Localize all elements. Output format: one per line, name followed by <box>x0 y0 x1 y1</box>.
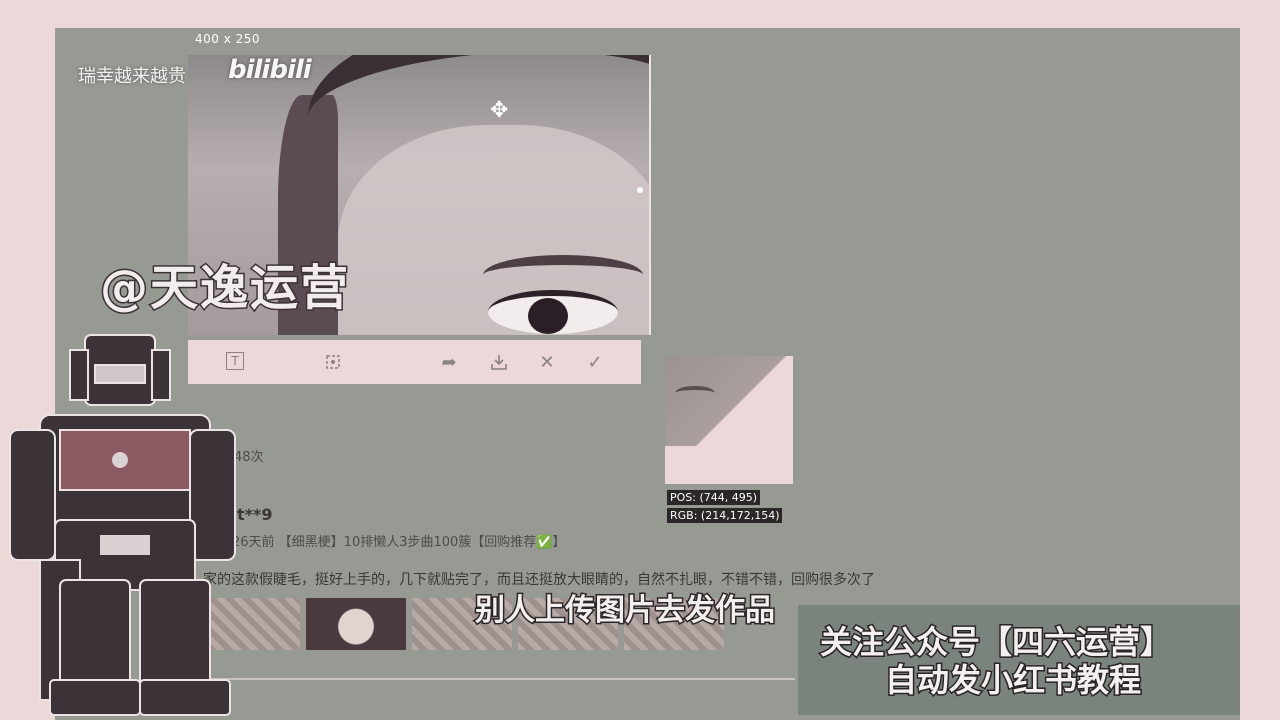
download-icon[interactable] <box>486 349 512 375</box>
capture-size-label: 400 x 250 <box>195 32 261 46</box>
channel-watermark: 瑞幸越来越贵 <box>78 66 186 87</box>
magnifier-preview <box>665 356 793 446</box>
reviewer-name[interactable]: t**9 <box>237 505 273 524</box>
mosaic-icon[interactable] <box>320 349 346 375</box>
close-icon[interactable]: ✕ <box>534 349 560 375</box>
cursor-position-readout: POS: (744, 495) <box>667 490 761 505</box>
review-meta: 26天前 【细黑梗】10排懒人3步曲100簇【回购推荐✅】 <box>232 535 566 550</box>
photo-pupil <box>528 298 568 334</box>
resize-handle[interactable] <box>637 187 643 193</box>
video-subtitle: 别人上传图片去发作品 <box>474 592 777 630</box>
screenshot-toolbar: T ➦ ✕ ✓ <box>188 340 641 384</box>
confirm-icon[interactable]: ✓ <box>582 349 608 375</box>
move-cursor-icon: ✥ <box>490 98 509 123</box>
divider <box>200 678 795 680</box>
author-handle-watermark: @天逸运营 <box>98 259 351 318</box>
share-icon[interactable]: ➦ <box>436 349 462 375</box>
bilibili-logo: bilibili <box>228 55 312 85</box>
promo-line-2: 自动发小红书教程 <box>883 660 1142 701</box>
review-image[interactable] <box>306 598 406 650</box>
color-magnifier <box>665 356 793 484</box>
magnifier-detail <box>675 386 715 400</box>
color-value-readout: RGB: (214,172,154) <box>667 508 783 523</box>
photo-eyebrow <box>483 255 643 295</box>
robot-sticker <box>9 334 236 716</box>
